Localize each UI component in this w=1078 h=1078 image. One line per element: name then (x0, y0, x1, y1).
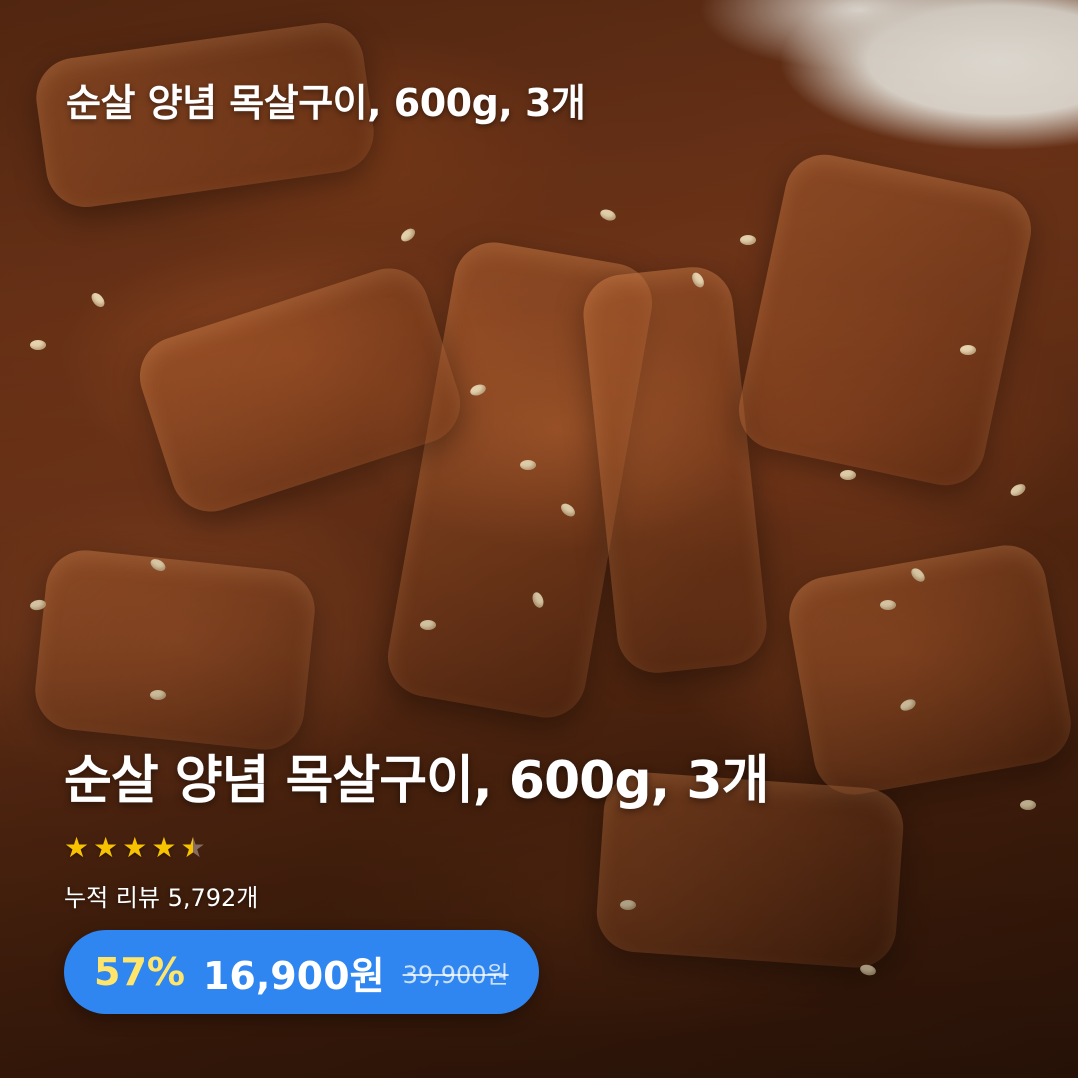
star-full-icon: ★ (122, 831, 148, 864)
star-full-icon: ★ (93, 831, 119, 864)
price-badge[interactable]: 57% 16,900원 39,900원 (64, 930, 539, 1014)
star-half-icon: ★ (180, 831, 206, 864)
review-count: 누적 리뷰 5,792개 (64, 884, 259, 912)
discount-rate: 57% (94, 950, 185, 994)
star-full-icon: ★ (64, 831, 90, 864)
star-rating: ★ ★ ★ ★ ★ (64, 832, 206, 864)
product-title: 순살 양념 목살구이, 600g, 3개 (64, 751, 769, 811)
original-price: 39,900원 (402, 960, 509, 989)
top-product-title: 순살 양념 목살구이, 600g, 3개 (66, 81, 586, 125)
product-card[interactable]: 순살 양념 목살구이, 600g, 3개 순살 양념 목살구이, 600g, 3… (0, 0, 1078, 1078)
star-full-icon: ★ (151, 831, 177, 864)
image-overlay (0, 0, 1078, 1078)
sale-price: 16,900원 (202, 953, 385, 998)
